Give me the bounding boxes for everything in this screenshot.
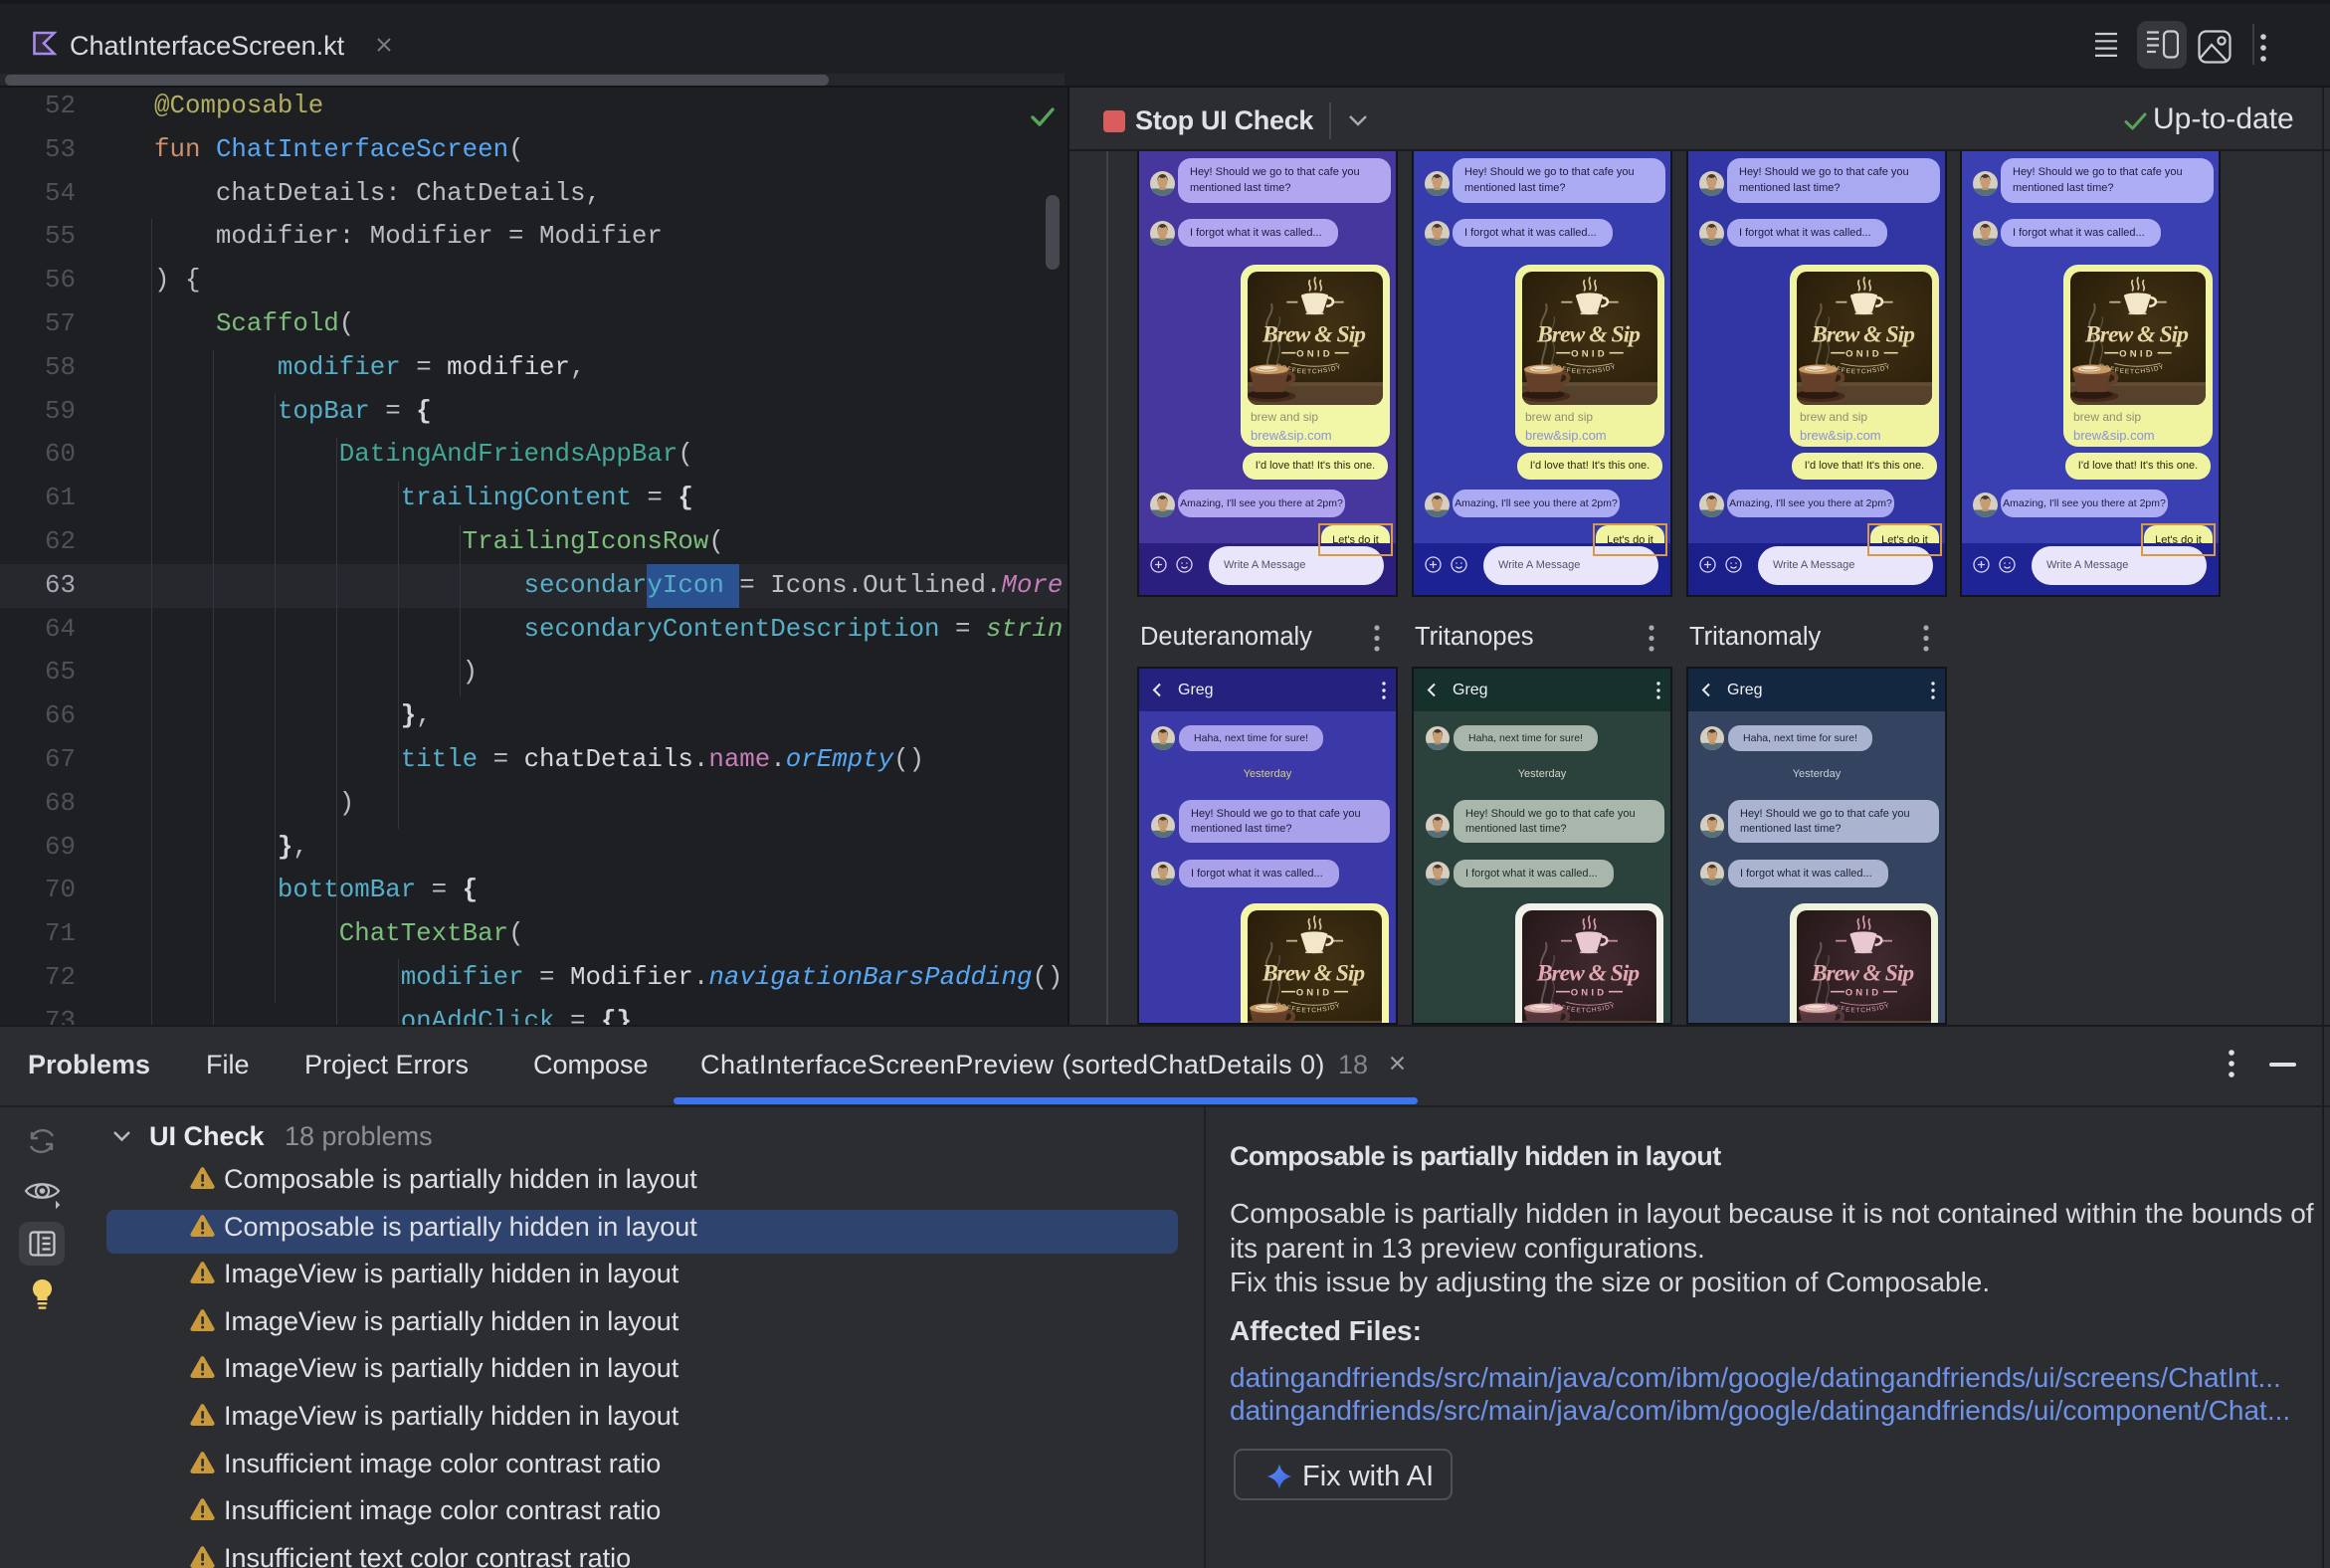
- svg-text:ONID: ONID: [1296, 987, 1333, 998]
- svg-text:Brew & Sip: Brew & Sip: [1536, 961, 1640, 987]
- svg-text:ONID: ONID: [1571, 987, 1608, 998]
- svg-text:ONID: ONID: [1296, 348, 1333, 359]
- svg-text:ONID: ONID: [1845, 348, 1882, 359]
- svg-text:Brew & Sip: Brew & Sip: [1811, 322, 1915, 348]
- svg-text:Brew & Sip: Brew & Sip: [1262, 961, 1365, 987]
- svg-text:Brew & Sip: Brew & Sip: [1262, 322, 1366, 348]
- svg-text:ONID: ONID: [1571, 348, 1608, 359]
- svg-text:Brew & Sip: Brew & Sip: [1811, 961, 1914, 987]
- svg-text:ONID: ONID: [2119, 348, 2156, 359]
- svg-text:ONID: ONID: [1845, 987, 1882, 998]
- svg-text:Brew & Sip: Brew & Sip: [1536, 322, 1641, 348]
- svg-text:Brew & Sip: Brew & Sip: [2084, 322, 2189, 348]
